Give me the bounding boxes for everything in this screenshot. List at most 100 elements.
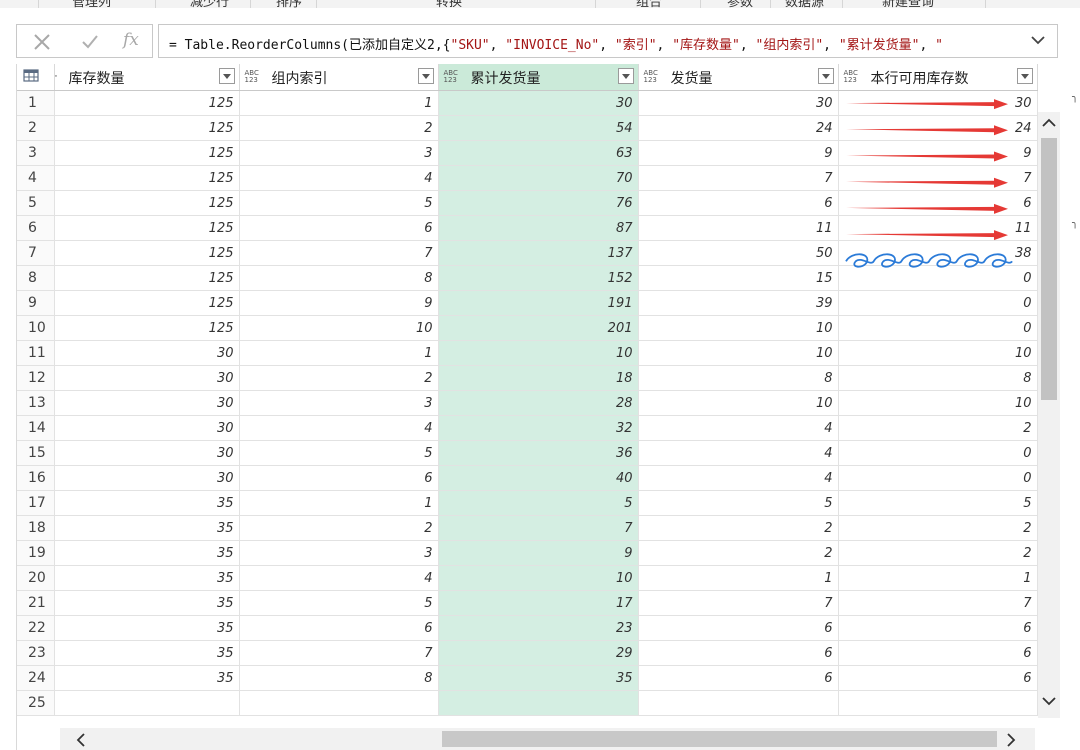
chevron-down-icon[interactable] [1040,692,1058,710]
table-cell[interactable]: 9 [838,140,1038,166]
ribbon-group-sort[interactable]: 排序 [276,0,302,8]
table-cell[interactable]: 1 [239,340,439,366]
column-header[interactable]: ABC 123 组内索引 [239,64,439,91]
table-row[interactable]: 21 35 5 17 7 7 [17,590,1038,616]
row-number[interactable]: 23 [17,640,55,666]
table-cell[interactable]: 4 [239,565,439,591]
column-header[interactable]: ABC 123 本行可用库存数 [838,64,1038,91]
table-cell[interactable]: 125 [54,140,240,166]
table-row[interactable]: 20 35 4 10 1 1 [17,565,1038,591]
table-cell[interactable]: 24 [838,115,1038,141]
chevron-up-icon[interactable] [1040,114,1058,132]
table-cell[interactable]: 8 [838,365,1038,391]
table-cell[interactable]: 63 [438,140,639,166]
row-number[interactable]: 20 [17,565,55,591]
table-row[interactable]: 14 30 4 32 4 2 [17,415,1038,441]
table-cell[interactable]: 2 [838,540,1038,566]
table-cell[interactable]: 76 [438,190,639,216]
table-cell[interactable]: 125 [54,90,240,116]
table-cell[interactable]: 2 [838,515,1038,541]
table-cell[interactable]: 30 [638,90,839,116]
row-number[interactable]: 15 [17,440,55,466]
table-cell[interactable]: 35 [438,665,639,691]
table-cell[interactable] [638,690,839,716]
column-filter-button[interactable] [617,68,634,84]
table-cell[interactable]: 32 [438,415,639,441]
row-number[interactable]: 12 [17,365,55,391]
row-number[interactable]: 11 [17,340,55,366]
table-row[interactable]: 16 30 6 40 4 0 [17,465,1038,491]
table-row[interactable]: 1 125 1 30 30 30 [17,90,1038,116]
table-cell[interactable]: 0 [838,440,1038,466]
table-cell[interactable]: 0 [838,465,1038,491]
table-cell[interactable]: 5 [838,490,1038,516]
table-row[interactable]: 18 35 2 7 2 2 [17,515,1038,541]
table-cell[interactable]: 2 [239,515,439,541]
table-cell[interactable]: 3 [239,140,439,166]
table-cell[interactable]: 8 [239,265,439,291]
table-cell[interactable]: 7 [438,515,639,541]
table-cell[interactable]: 11 [638,215,839,241]
table-cell[interactable]: 10 [638,340,839,366]
table-cell[interactable]: 4 [239,415,439,441]
table-cell[interactable]: 39 [638,290,839,316]
column-header[interactable]: ⸱ 库存数量 [54,64,240,91]
any-type-icon[interactable]: ABC 123 [444,70,458,84]
table-cell[interactable]: 125 [54,215,240,241]
table-cell[interactable]: 1 [239,490,439,516]
table-cell[interactable]: 125 [54,240,240,266]
table-row[interactable]: 5 125 5 76 6 6 [17,190,1038,216]
table-cell[interactable]: 7 [239,240,439,266]
table-cell[interactable]: 137 [438,240,639,266]
table-cell[interactable]: 11 [838,215,1038,241]
table-cell[interactable]: 29 [438,640,639,666]
table-cell[interactable]: 1 [638,565,839,591]
table-cell[interactable]: 35 [54,515,240,541]
table-cell[interactable]: 6 [638,665,839,691]
table-cell[interactable]: 4 [638,465,839,491]
ribbon-group-combine[interactable]: 组合 [636,0,662,8]
table-cell[interactable]: 2 [638,540,839,566]
column-filter-button[interactable] [1016,68,1033,84]
table-cell[interactable]: 54 [438,115,639,141]
table-cell[interactable]: 6 [838,190,1038,216]
row-number[interactable]: 5 [17,190,55,216]
table-cell[interactable]: 36 [438,440,639,466]
ribbon-group-data-source[interactable]: 数据源 [785,0,824,8]
ribbon-group-transform[interactable]: 转换 [436,0,462,8]
table-cell[interactable] [239,690,439,716]
table-cell[interactable]: 10 [638,315,839,341]
table-cell[interactable]: 152 [438,265,639,291]
row-number[interactable]: 17 [17,490,55,516]
table-cell[interactable]: 7 [638,590,839,616]
row-number[interactable]: 16 [17,465,55,491]
table-cell[interactable]: 7 [838,165,1038,191]
table-cell[interactable]: 10 [239,315,439,341]
table-cell[interactable]: 30 [54,365,240,391]
any-type-icon[interactable]: ABC 123 [245,70,259,84]
table-cell[interactable]: 35 [54,665,240,691]
table-cell[interactable]: 35 [54,565,240,591]
table-cell[interactable]: 7 [239,640,439,666]
table-cell[interactable]: 6 [239,465,439,491]
table-cell[interactable]: 5 [638,490,839,516]
table-cell[interactable]: 6 [638,640,839,666]
row-number[interactable]: 7 [17,240,55,266]
column-filter-button[interactable] [817,68,834,84]
table-cell[interactable]: 191 [438,290,639,316]
check-icon[interactable] [81,33,99,51]
vertical-scroll-thumb[interactable] [1041,138,1057,400]
table-cell[interactable]: 1 [838,565,1038,591]
table-cell[interactable]: 0 [838,290,1038,316]
column-filter-button[interactable] [417,68,434,84]
any-type-icon[interactable]: ABC 123 [644,70,658,84]
chevron-left-icon[interactable] [72,731,90,749]
table-cell[interactable]: 6 [239,215,439,241]
table-cell[interactable]: 0 [838,265,1038,291]
table-cell[interactable]: 3 [239,390,439,416]
table-row[interactable]: 8 125 8 152 15 0 [17,265,1038,291]
table-cell[interactable]: 10 [838,340,1038,366]
table-row[interactable]: 4 125 4 70 7 7 [17,165,1038,191]
ribbon-group-reduce-rows[interactable]: 减少行 [190,0,229,8]
table-cell[interactable]: 6 [638,190,839,216]
